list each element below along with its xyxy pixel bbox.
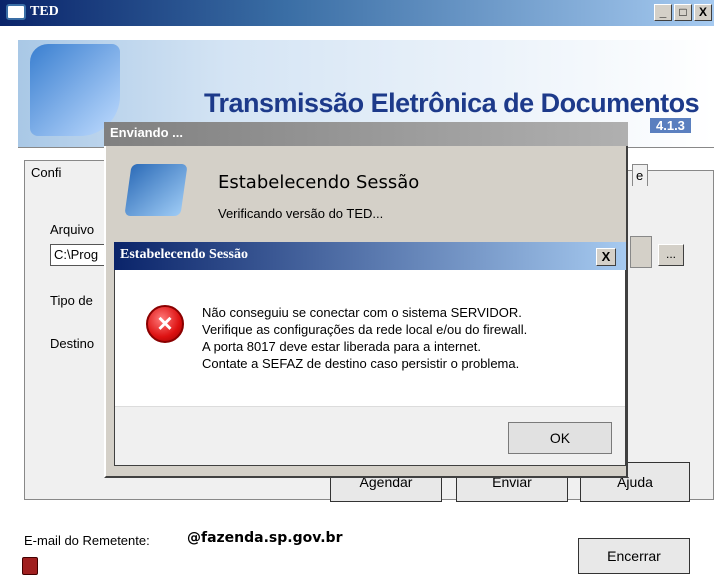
error-x-glyph: ×	[157, 308, 173, 338]
email-value: @fazenda.sp.gov.br	[187, 530, 343, 546]
arquivo-label: Arquivo	[50, 222, 95, 237]
error-close-button[interactable]: X	[596, 248, 616, 266]
error-line-2: Verifique as configurações da rede local…	[202, 322, 528, 337]
tab-configuracao[interactable]: Confi	[24, 160, 114, 186]
sending-heading: Estabelecendo Sessão	[218, 172, 420, 193]
book-icon[interactable]	[22, 557, 38, 575]
error-line-4: Contate a SEFAZ de destino caso persisti…	[202, 356, 520, 371]
tipo-label: Tipo de	[50, 293, 93, 308]
window-titlebar	[0, 0, 714, 26]
sending-dialog-title: Enviando ...	[104, 122, 628, 146]
app-icon	[6, 4, 26, 20]
error-line-3: A porta 8017 deve estar liberada para a …	[202, 339, 481, 354]
arquivo-input[interactable]: C:\Prog	[50, 244, 110, 266]
email-label: E-mail do Remetente:	[24, 533, 150, 548]
arquivo-field-end	[630, 236, 652, 268]
tab-label: Confi	[31, 165, 62, 180]
banner-title: Transmissão Eletrônica de Documentos	[204, 88, 700, 118]
window-title: TED	[30, 4, 59, 19]
error-message: Não conseguiu se conectar com o sistema …	[202, 304, 527, 372]
document-transfer-icon	[124, 164, 188, 216]
encerrar-button[interactable]: Encerrar	[578, 538, 690, 574]
destino-label: Destino	[50, 336, 95, 351]
ok-button[interactable]: OK	[508, 422, 612, 454]
minimize-button[interactable]: _	[654, 4, 672, 21]
tab-right-label: e	[636, 168, 644, 183]
maximize-button[interactable]: □	[674, 4, 692, 21]
tab-right[interactable]: e	[632, 164, 648, 186]
error-line-1: Não conseguiu se conectar com o sistema …	[202, 305, 522, 320]
close-button[interactable]: X	[694, 4, 712, 21]
version-label: 4.1.3	[650, 118, 691, 133]
browse-button[interactable]: ...	[658, 244, 684, 266]
sending-status: Verificando versão do TED...	[218, 206, 384, 221]
error-dialog-title: Estabelecendo Sessão	[114, 242, 626, 270]
